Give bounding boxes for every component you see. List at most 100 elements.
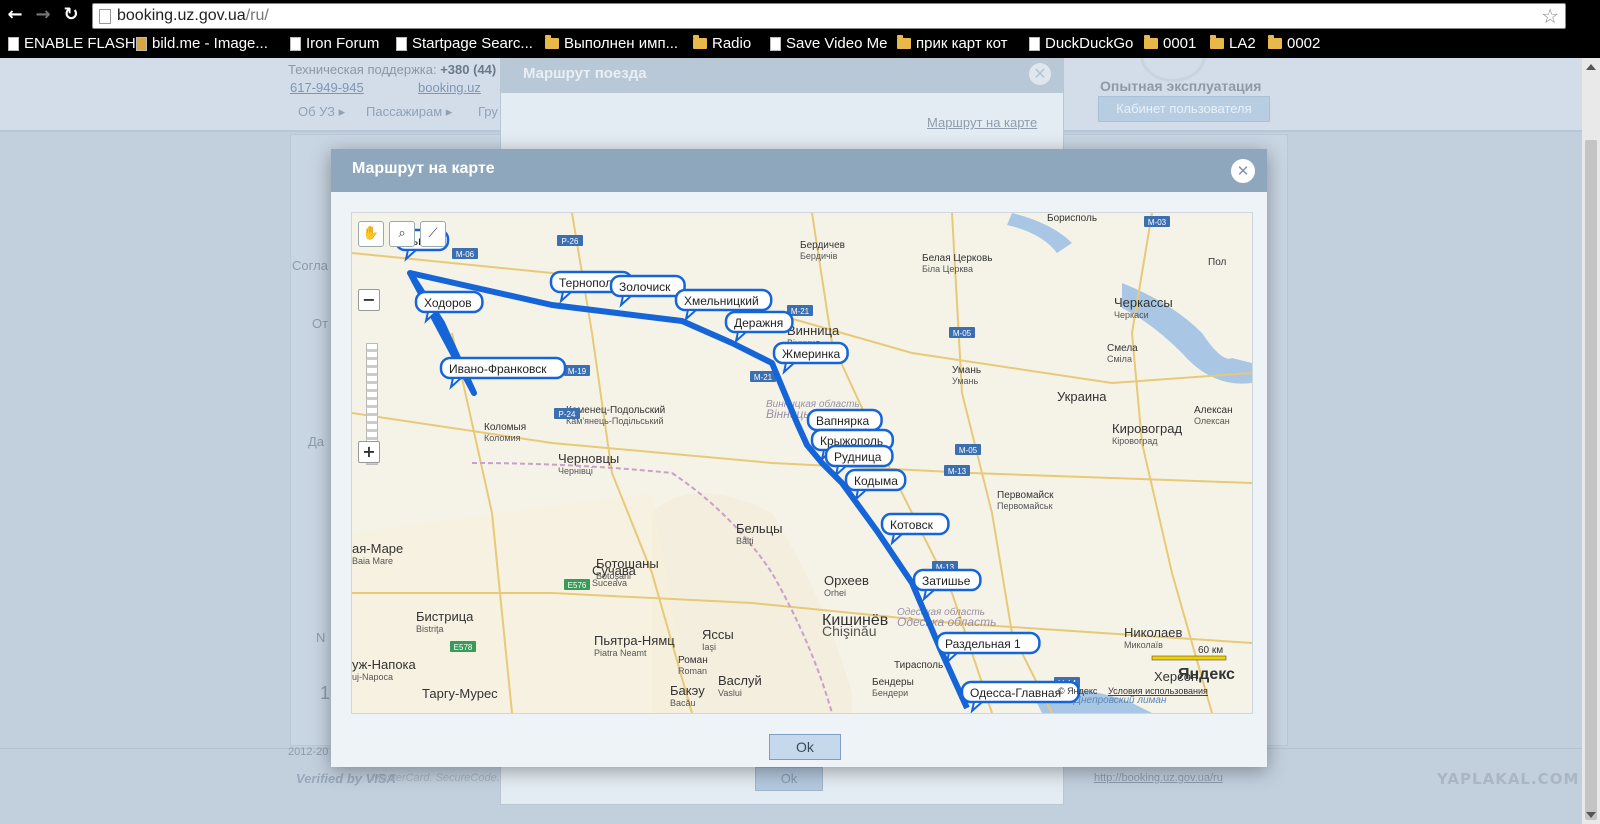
zoom-in-icon[interactable]: +: [358, 441, 380, 463]
city-label: Бакэу: [670, 683, 705, 698]
city-sublabel: Piatra Neamt: [594, 648, 647, 658]
scale-label: 60 км: [1198, 645, 1223, 656]
station-marker[interactable]: Деражня: [724, 310, 794, 344]
road-sign-label: М-21: [791, 307, 810, 316]
map-route-link[interactable]: Маршрут на карте: [927, 115, 1037, 130]
footer-year: 2012-20: [288, 746, 329, 758]
bookmark-item[interactable]: bild.me - Image...: [136, 35, 268, 52]
bookmark-item[interactable]: Iron Forum: [290, 35, 379, 52]
ruler-icon[interactable]: ⟋: [420, 221, 446, 247]
route-map[interactable]: Бердичев Бердичів Белая Церковь Біла Церква…: [351, 212, 1253, 714]
close-icon[interactable]: ✕: [1231, 159, 1255, 183]
city-label: Алексан: [1194, 405, 1233, 416]
menu-cargo[interactable]: Гру: [478, 104, 498, 119]
scroll-thumb[interactable]: [1585, 140, 1597, 820]
hand-icon[interactable]: ✋: [358, 221, 384, 247]
bookmark-folder[interactable]: Выполнен имп...: [545, 35, 678, 52]
station-marker[interactable]: Золочиск: [609, 274, 686, 308]
phone-link[interactable]: 617-949-945: [290, 80, 364, 95]
bookmark-folder[interactable]: прик карт кот: [897, 35, 1007, 52]
page-icon: [99, 9, 111, 24]
station-marker[interactable]: Кодыма: [844, 468, 907, 502]
terms-link[interactable]: Условия использования: [1108, 686, 1208, 696]
bookmark-item[interactable]: ENABLE FLASH: [8, 35, 136, 52]
city-sublabel: Умань: [952, 376, 978, 386]
station-label: Хмельницкий: [684, 294, 759, 308]
city-label: Первомайск: [997, 490, 1054, 501]
road-sign: М-05: [949, 327, 975, 338]
bookmark-folder[interactable]: 0002: [1268, 35, 1320, 52]
route-modal-ok-button[interactable]: Ok: [755, 767, 823, 791]
city-label: Каменец-Подольский: [566, 405, 665, 416]
page-icon: [290, 36, 301, 51]
station-label: Раздельная 1: [945, 637, 1021, 651]
city-sublabel: Roman: [678, 666, 707, 676]
folder-icon: [1268, 35, 1282, 49]
city-sublabel: Bălţi: [736, 536, 754, 546]
menu-passengers[interactable]: Пассажирам ▸: [366, 104, 452, 120]
reload-icon[interactable]: ↻: [60, 4, 82, 26]
bookmark-folder[interactable]: Radio: [693, 35, 751, 52]
bookmark-item[interactable]: Save Video Me: [770, 35, 887, 52]
station-label: Вапнярка: [816, 414, 869, 428]
side-label: От: [312, 316, 329, 331]
side-label: 1: [320, 683, 331, 703]
skype-link[interactable]: booking.uz: [418, 80, 481, 95]
city-label: ая-Маре: [352, 541, 403, 556]
bookmark-item[interactable]: DuckDuckGo: [1029, 35, 1133, 52]
magnifier-icon[interactable]: ⌕: [389, 221, 415, 247]
station-label: Затишье: [922, 574, 971, 588]
close-icon[interactable]: ✕: [1029, 63, 1051, 85]
road-sign: E578: [450, 641, 476, 652]
route-modal-title: Маршрут поезда: [523, 65, 647, 82]
bookmark-folder[interactable]: 0001: [1144, 35, 1196, 52]
page-icon: [136, 36, 147, 51]
map-modal-title: Маршрут на карте: [352, 160, 495, 177]
city-label: Белая Церковь: [922, 253, 992, 264]
station-marker[interactable]: Ивано-Франковск: [439, 356, 567, 390]
map-modal: Маршрут на карте ✕ Бердичев Бердичів Бел…: [331, 149, 1267, 767]
station-label: Кодыма: [854, 474, 898, 488]
page-scrollbar[interactable]: [1582, 58, 1600, 824]
road-sign: М-05: [955, 444, 981, 455]
scroll-down-arrow-icon[interactable]: [1586, 812, 1596, 818]
station-marker[interactable]: Затишье: [912, 568, 982, 602]
station-marker[interactable]: Котовск: [880, 512, 950, 546]
footer-link[interactable]: http://booking.uz.gov.ua/ru: [1094, 772, 1223, 784]
city-label: Пол: [1208, 257, 1227, 268]
city-sublabel: Кіровоград: [1112, 436, 1158, 446]
station-marker[interactable]: Жмеринка: [772, 341, 849, 375]
city-label: Бендеры: [872, 677, 914, 688]
bookmark-item[interactable]: Startpage Searc...: [396, 35, 533, 52]
road-sign-label: М-05: [953, 329, 972, 338]
station-label: Одесса-Главная: [970, 686, 1061, 700]
page-icon: [396, 36, 407, 51]
road-sign: М-19: [564, 365, 590, 376]
road-sign-label: E576: [568, 581, 587, 590]
city-label: Васлуй: [718, 673, 762, 688]
folder-icon: [693, 35, 707, 49]
map-modal-ok-button[interactable]: Ok: [769, 734, 841, 760]
city-label: Винница: [787, 323, 840, 338]
road-sign-label: Р-24: [559, 410, 576, 419]
cabinet-button[interactable]: Кабинет пользователя: [1098, 96, 1270, 122]
city-label: Смела: [1107, 343, 1138, 354]
bookmark-folder[interactable]: LA2: [1210, 35, 1256, 52]
zoom-out-icon[interactable]: −: [358, 289, 380, 311]
menu-about[interactable]: Об УЗ ▸: [298, 104, 345, 120]
address-bar[interactable]: booking.uz.gov.ua/ru/ ☆: [92, 3, 1566, 29]
forward-arrow-icon[interactable]: →: [32, 4, 54, 26]
bookmark-star-icon[interactable]: ☆: [1541, 4, 1559, 28]
romania-area: [352, 493, 692, 713]
station-marker[interactable]: Ходоров: [414, 290, 484, 324]
city-sublabel: Олексан: [1194, 416, 1230, 426]
scroll-up-arrow-icon[interactable]: [1586, 64, 1596, 70]
page-icon: [770, 36, 781, 51]
beta-label: Опытная эксплуатация: [1100, 78, 1262, 94]
back-arrow-icon[interactable]: ←: [4, 4, 26, 26]
city-sublabel: Chişinău: [822, 623, 876, 639]
city-label: Черновцы: [558, 451, 619, 466]
map-canvas[interactable]: БердичевБердичів Белая ЦерковьБіла Церква…: [352, 213, 1252, 713]
url-text[interactable]: booking.uz.gov.ua/ru/: [117, 7, 269, 25]
city-sublabel: Черкаси: [1114, 310, 1149, 320]
